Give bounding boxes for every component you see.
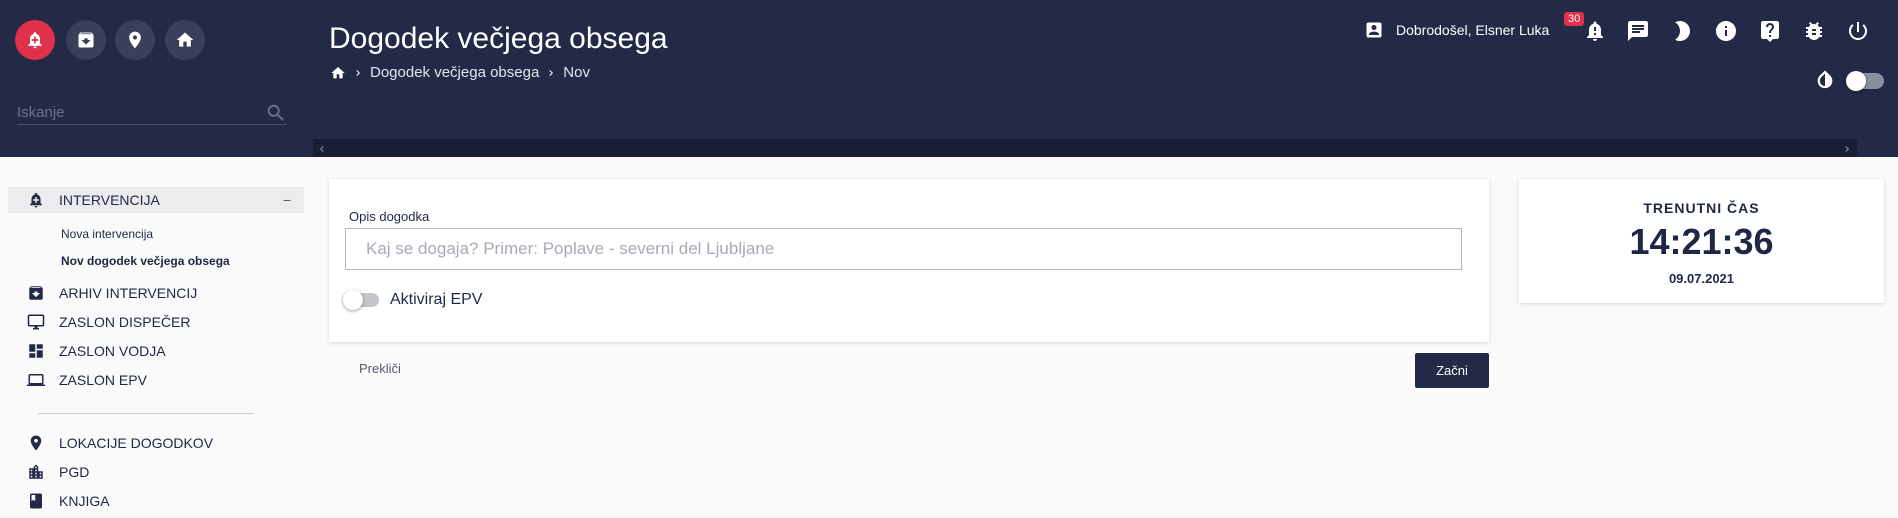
alarm-icon (28, 32, 42, 49)
search-icon[interactable] (265, 102, 287, 124)
sidebar-item-dispatcher-screen[interactable]: ZASLON DISPEČER (27, 311, 190, 333)
building-icon (27, 463, 45, 481)
locations-button[interactable] (115, 20, 155, 60)
archive-icon (78, 32, 94, 48)
breadcrumb: Dogodek večjega obsega Nov (330, 64, 590, 81)
scroll-left-icon[interactable] (316, 142, 328, 154)
sidebar-subitem-new-intervention[interactable]: Nova intervencija (61, 227, 153, 241)
high-contrast-toggle[interactable] (1846, 71, 1884, 91)
location-icon (129, 31, 141, 49)
sidebar-subitem-new-major-event[interactable]: Nov dogodek večjega obsega (61, 254, 230, 268)
sidebar-item-leader-screen[interactable]: ZASLON VODJA (27, 340, 166, 362)
sidebar-item-epv-screen[interactable]: ZASLON EPV (27, 369, 147, 391)
sidebar-item-intervention[interactable]: INTERVENCIJA (27, 189, 160, 211)
scroll-right-icon[interactable] (1841, 142, 1853, 154)
toggle-knob (343, 290, 363, 310)
clock-time: 14:21:36 (1629, 221, 1774, 262)
archive-icon (27, 284, 45, 302)
epv-toggle-label: Aktiviraj EPV (390, 291, 483, 308)
clock-title: TRENUTNI ČAS (1643, 200, 1760, 216)
sidebar-item-label: LOKACIJE DOGODKOV (59, 435, 214, 451)
epv-toggle[interactable] (343, 290, 379, 310)
breadcrumb-item-new: Nov (563, 64, 590, 81)
breadcrumb-item-event[interactable]: Dogodek večjega obsega (370, 64, 539, 81)
sidebar-item-pgd[interactable]: PGD (27, 461, 89, 483)
sidebar-item-label: INTERVENCIJA (59, 192, 160, 208)
description-label: Opis dogodka (349, 209, 430, 224)
search-input[interactable] (17, 100, 257, 121)
sidebar-item-label: ZASLON DISPEČER (59, 314, 191, 330)
sidebar-item-label: KNJIGA (59, 493, 110, 509)
sidebar-item-label: ARHIV INTERVENCIJ (59, 285, 198, 301)
sidebar-item-label: ZASLON EPV (59, 372, 147, 388)
sidebar-item-archive[interactable]: ARHIV INTERVENCIJ (27, 282, 197, 304)
current-time-card: TRENUTNI ČAS 14:21:36 09.07.2021 (1519, 179, 1884, 303)
search-box (17, 100, 287, 125)
sidebar-item-event-locations[interactable]: LOKACIJE DOGODKOV (27, 432, 213, 454)
collapse-icon[interactable]: − (283, 192, 291, 208)
sidebar: INTERVENCIJA − Nova intervencija Nov dog… (0, 157, 305, 518)
description-input[interactable] (345, 228, 1462, 270)
home-icon (176, 32, 194, 47)
user-greeting: Dobrodošel, Elsner Luka (1396, 22, 1550, 38)
sidebar-item-label: PGD (59, 464, 90, 480)
clock-date: 09.07.2021 (1668, 271, 1735, 286)
alarm-icon (27, 191, 45, 209)
archive-button[interactable] (66, 20, 106, 60)
laptop-icon (27, 371, 45, 389)
monitor-icon (27, 313, 45, 331)
book-icon (27, 492, 45, 510)
cancel-button[interactable]: Prekliči (359, 361, 401, 376)
breadcrumb-home-icon[interactable] (330, 65, 346, 81)
toggle-knob (1846, 71, 1866, 91)
home-button[interactable] (165, 20, 205, 60)
sidebar-divider (38, 413, 254, 414)
notifications-icon[interactable] (1583, 19, 1607, 43)
sidebar-item-book[interactable]: KNJIGA (27, 490, 110, 512)
location-icon (27, 434, 45, 452)
chat-icon[interactable] (1626, 19, 1650, 43)
account-icon (1366, 22, 1382, 38)
bug-icon[interactable] (1802, 19, 1826, 43)
contrast-icon (1814, 68, 1836, 90)
notification-badge: 30 (1564, 12, 1585, 26)
help-icon[interactable] (1758, 19, 1782, 43)
chevron-right-icon (353, 68, 363, 78)
dashboard-icon (27, 342, 45, 360)
page-title: Dogodek večjega obsega (329, 22, 668, 55)
start-button[interactable]: Začni (1415, 353, 1489, 388)
info-icon[interactable] (1714, 19, 1738, 43)
dark-mode-icon[interactable] (1670, 19, 1694, 43)
user-info[interactable]: Dobrodošel, Elsner Luka (1364, 20, 1549, 40)
new-alarm-button[interactable] (15, 20, 55, 60)
tab-strip (313, 139, 1857, 157)
chevron-right-icon (546, 68, 556, 78)
app-header: Dogodek večjega obsega Dogodek večjega o… (0, 0, 1898, 157)
sidebar-item-label: ZASLON VODJA (59, 343, 166, 359)
event-form-card: Opis dogodka Aktiviraj EPV (329, 179, 1489, 342)
power-icon[interactable] (1846, 19, 1870, 43)
